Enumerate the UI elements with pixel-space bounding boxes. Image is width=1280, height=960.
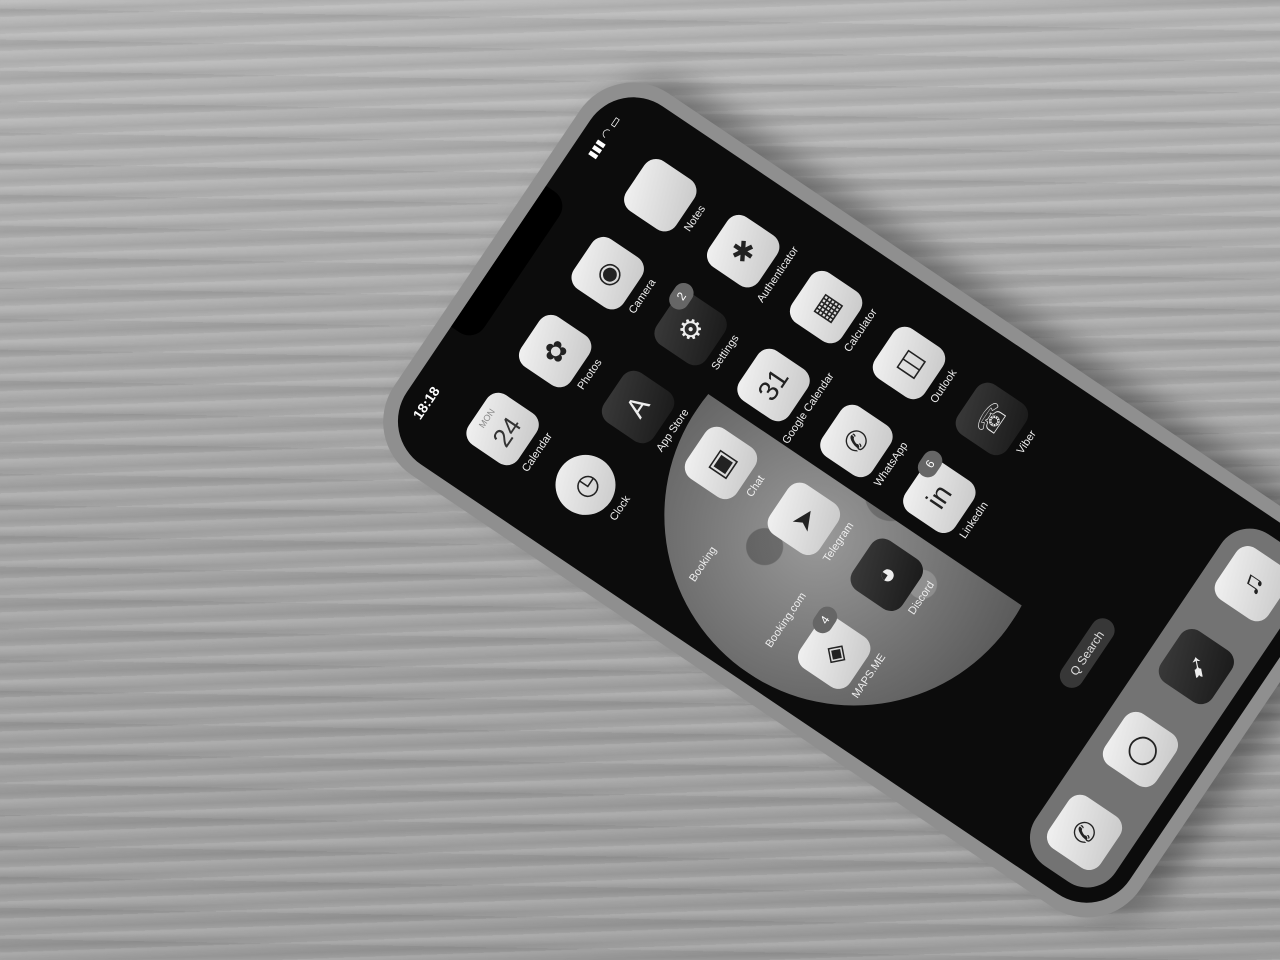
camera-glyph: ◉ xyxy=(588,254,628,292)
photos-glyph: ✿ xyxy=(535,332,575,370)
search-pill[interactable]: Q Search xyxy=(1055,613,1120,693)
linkedin-badge: 6 xyxy=(913,446,947,482)
google-calendar-glyph: 31 xyxy=(751,363,795,407)
discord-glyph: ◕ xyxy=(868,558,904,591)
settings-glyph: ⚙ xyxy=(670,309,711,349)
phone-screen: 18:18 ▮▮▮ ◠ ▭ MON 24 Calendar ✿ Photos ◉ Camer… xyxy=(377,77,1280,923)
dock-messages-icon[interactable]: ◯ xyxy=(1097,706,1184,793)
calculator-glyph: ▦ xyxy=(805,287,847,327)
dock-safari-icon[interactable]: ➹ xyxy=(1153,623,1240,710)
settings-badge: 2 xyxy=(665,279,698,314)
dock-music-icon[interactable]: ♫ xyxy=(1209,540,1280,627)
authenticator-glyph: ✱ xyxy=(723,232,763,270)
whatsapp-glyph: ✆ xyxy=(837,422,876,460)
dock-phone-icon[interactable]: ✆ xyxy=(1041,789,1128,876)
phone: 18:18 ▮▮▮ ◠ ▭ MON 24 Calendar ✿ Photos ◉ Camer… xyxy=(358,57,1280,943)
maps-me-badge: 4 xyxy=(808,602,842,638)
status-time: 18:18 xyxy=(409,383,443,423)
app-store-glyph: A xyxy=(619,390,656,424)
telegram-glyph: ➤ xyxy=(784,500,824,538)
chat-label: Chat xyxy=(744,473,768,500)
chat-glyph: ▣ xyxy=(700,443,742,483)
outlook-glyph: ◫ xyxy=(888,343,930,383)
dock: ✆ ◯ ➹ ♫ xyxy=(1016,515,1280,901)
status-icons: ▮▮▮ ◠ ▭ xyxy=(584,113,624,162)
linkedin-glyph: in xyxy=(919,478,958,515)
viber-glyph: ☏ xyxy=(969,395,1015,443)
maps-me-glyph: ◈ xyxy=(815,635,854,671)
clock-glyph: ◷ xyxy=(565,466,606,504)
